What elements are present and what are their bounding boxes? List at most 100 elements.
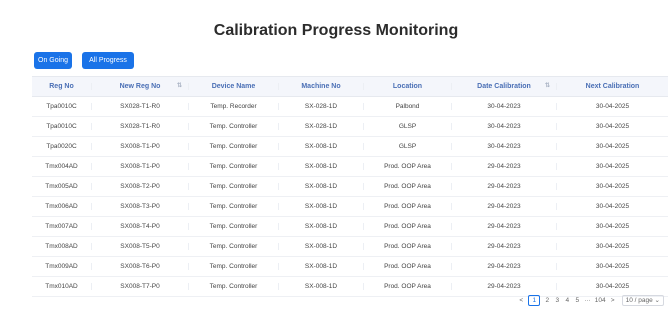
table-row[interactable]: Tmx009AD SX008-T6-P0 Temp. Controller SX-00… — [32, 257, 668, 277]
page-2-button[interactable]: 2 — [544, 297, 550, 304]
reg-no-cell: Tpa0010C — [46, 123, 77, 130]
next-calibration-cell: 30-04-2025 — [556, 143, 668, 150]
machine-no-cell: SX-008-1D — [278, 263, 363, 270]
date-calibration-cell: 30-04-2023 — [451, 103, 556, 110]
toolbar: On Going All Progress — [34, 52, 134, 69]
header-machine-no[interactable]: Machine No — [278, 83, 363, 90]
chevron-down-icon: ⌄ — [654, 297, 660, 304]
sort-icon[interactable]: ⇅ — [177, 82, 182, 89]
location-cell: Prod. OOP Area — [363, 183, 451, 190]
location-cell: Prod. OOP Area — [363, 223, 451, 230]
reg-no-cell: Tmx007AD — [45, 223, 78, 230]
header-reg-no[interactable]: Reg No — [32, 83, 91, 90]
date-calibration-cell: 30-04-2023 — [451, 123, 556, 130]
header-location[interactable]: Location — [363, 83, 451, 90]
location-cell: Prod. OOP Area — [363, 283, 451, 290]
machine-no-cell: SX-008-1D — [278, 223, 363, 230]
table-row[interactable]: Tmx007AD SX008-T4-P0 Temp. Controller SX-00… — [32, 217, 668, 237]
all-progress-button[interactable]: All Progress — [82, 52, 134, 69]
next-calibration-cell: 30-04-2025 — [556, 243, 668, 250]
reg-no-cell: Tmx005AD — [45, 183, 78, 190]
device-name-cell: Temp. Recorder — [188, 103, 278, 110]
new-reg-no-cell: SX008-T7-P0 — [91, 283, 188, 290]
table-row[interactable]: Tmx005AD SX008-T2-P0 Temp. Controller SX-00… — [32, 177, 668, 197]
page: Calibration Progress Monitoring On Going… — [0, 0, 672, 327]
device-name-cell: Temp. Controller — [188, 243, 278, 250]
pagination-ellipsis[interactable]: ··· — [584, 297, 591, 304]
table-row[interactable]: Tpa0010C SX028-T1-R0 Temp. Recorder SX-028-… — [32, 97, 668, 117]
date-calibration-cell: 29-04-2023 — [451, 223, 556, 230]
location-cell: Prod. OOP Area — [363, 203, 451, 210]
pagination: < 1 2 3 4 5 ··· 104 > 10 / page ⌄ — [518, 295, 664, 306]
device-name-cell: Temp. Controller — [188, 163, 278, 170]
date-calibration-cell: 29-04-2023 — [451, 183, 556, 190]
sort-icon[interactable]: ⇅ — [545, 82, 550, 89]
new-reg-no-cell: SX008-T1-P0 — [91, 143, 188, 150]
next-calibration-cell: 30-04-2025 — [556, 203, 668, 210]
device-name-cell: Temp. Controller — [188, 143, 278, 150]
next-page-button[interactable]: > — [610, 297, 616, 304]
location-cell: GLSP — [363, 143, 451, 150]
device-name-cell: Temp. Controller — [188, 263, 278, 270]
reg-no-cell: Tmx009AD — [45, 263, 78, 270]
next-calibration-cell: 30-04-2025 — [556, 263, 668, 270]
machine-no-cell: SX-028-1D — [278, 103, 363, 110]
table-row[interactable]: Tmx004AD SX008-T1-P0 Temp. Controller SX-00… — [32, 157, 668, 177]
new-reg-no-cell: SX008-T6-P0 — [91, 263, 188, 270]
date-calibration-cell: 29-04-2023 — [451, 263, 556, 270]
reg-no-cell: Tpa0010C — [46, 103, 77, 110]
page-1-button[interactable]: 1 — [528, 295, 541, 306]
page-3-button[interactable]: 3 — [554, 297, 560, 304]
table-body: Tpa0010C SX028-T1-R0 Temp. Recorder SX-028-… — [32, 97, 668, 297]
reg-no-cell: Tmx010AD — [45, 283, 78, 290]
location-cell: Prod. OOP Area — [363, 163, 451, 170]
table-row[interactable]: Tmx008AD SX008-T5-P0 Temp. Controller SX-00… — [32, 237, 668, 257]
machine-no-cell: SX-008-1D — [278, 243, 363, 250]
page-title: Calibration Progress Monitoring — [213, 22, 459, 39]
header-next-calibration[interactable]: Next Calibration — [556, 83, 668, 90]
table-header: Reg No New Reg No ⇅ Device Name Machine N… — [32, 77, 668, 97]
header-new-reg-no[interactable]: New Reg No ⇅ — [91, 83, 188, 90]
page-5-button[interactable]: 5 — [574, 297, 580, 304]
date-calibration-cell: 29-04-2023 — [451, 283, 556, 290]
last-page-button[interactable]: 104 — [595, 297, 606, 304]
new-reg-no-cell: SX028-T1-R0 — [91, 123, 188, 130]
location-cell: Prod. OOP Area — [363, 243, 451, 250]
device-name-cell: Temp. Controller — [188, 123, 278, 130]
prev-page-button[interactable]: < — [518, 297, 524, 304]
next-calibration-cell: 30-04-2025 — [556, 123, 668, 130]
page-4-button[interactable]: 4 — [564, 297, 570, 304]
header-date-calibration[interactable]: Date Calibration ⇅ — [451, 83, 556, 90]
next-calibration-cell: 30-04-2025 — [556, 103, 668, 110]
new-reg-no-cell: SX008-T1-P0 — [91, 163, 188, 170]
machine-no-cell: SX-008-1D — [278, 283, 363, 290]
reg-no-cell: Tmx004AD — [45, 163, 78, 170]
date-calibration-cell: 30-04-2023 — [451, 143, 556, 150]
header-device-name[interactable]: Device Name — [188, 83, 278, 90]
ongoing-button[interactable]: On Going — [34, 52, 72, 69]
reg-no-cell: Tmx008AD — [45, 243, 78, 250]
table-row[interactable]: Tmx010AD SX008-T7-P0 Temp. Controller SX-00… — [32, 277, 668, 297]
next-calibration-cell: 30-04-2025 — [556, 283, 668, 290]
device-name-cell: Temp. Controller — [188, 203, 278, 210]
date-calibration-cell: 29-04-2023 — [451, 243, 556, 250]
machine-no-cell: SX-008-1D — [278, 203, 363, 210]
machine-no-cell: SX-008-1D — [278, 143, 363, 150]
machine-no-cell: SX-008-1D — [278, 163, 363, 170]
device-name-cell: Temp. Controller — [188, 183, 278, 190]
next-calibration-cell: 30-04-2025 — [556, 163, 668, 170]
table-row[interactable]: Tmx006AD SX008-T3-P0 Temp. Controller SX-00… — [32, 197, 668, 217]
page-size-select[interactable]: 10 / page ⌄ — [621, 295, 664, 306]
device-name-cell: Temp. Controller — [188, 223, 278, 230]
new-reg-no-cell: SX008-T3-P0 — [91, 203, 188, 210]
table-row[interactable]: Tpa0010C SX028-T1-R0 Temp. Controller SX-02… — [32, 117, 668, 137]
table-row[interactable]: Tpa0020C SX008-T1-P0 Temp. Controller SX-00… — [32, 137, 668, 157]
machine-no-cell: SX-028-1D — [278, 123, 363, 130]
location-cell: Prod. OOP Area — [363, 263, 451, 270]
calibration-table: Reg No New Reg No ⇅ Device Name Machine N… — [32, 76, 668, 297]
new-reg-no-cell: SX008-T4-P0 — [91, 223, 188, 230]
date-calibration-cell: 29-04-2023 — [451, 163, 556, 170]
next-calibration-cell: 30-04-2025 — [556, 223, 668, 230]
machine-no-cell: SX-008-1D — [278, 183, 363, 190]
next-calibration-cell: 30-04-2025 — [556, 183, 668, 190]
